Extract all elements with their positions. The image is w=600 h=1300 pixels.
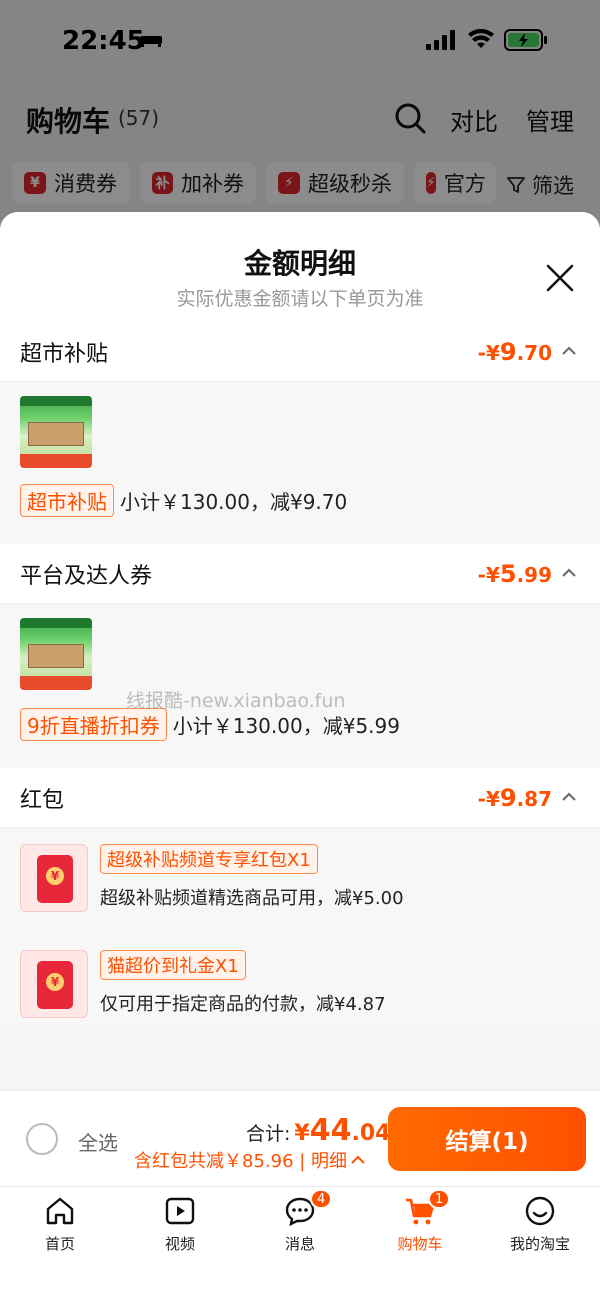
- section-red-packet: 红包 -¥9.87 ¥ 超级补贴频道专享红包X1 超级补贴频道精选商品可用，减¥…: [0, 768, 600, 1028]
- tab-label: 购物车: [397, 1235, 443, 1253]
- section-amount: -¥9.70: [477, 338, 552, 366]
- select-all-label[interactable]: 全选: [78, 1127, 118, 1156]
- tab-label: 首页: [44, 1235, 75, 1253]
- section-platform-coupon: 平台及达人券 -¥5.99 9折直播折扣券 小计￥130.00，减¥5.99: [0, 544, 600, 768]
- sheet-subtitle: 实际优惠金额请以下单页为准: [176, 288, 424, 310]
- tab-cart[interactable]: 1 购物车: [360, 1189, 480, 1255]
- red-packet-item: ¥ 猫超价到礼金X1 仅可用于指定商品的付款，减¥4.87: [0, 950, 600, 1040]
- sheet-title: 金额明细: [243, 247, 356, 280]
- section-supermarket-subsidy: 超市补贴 -¥9.70 超市补贴 小计￥130.00，减¥9.70: [0, 322, 600, 544]
- red-packet-tag: 猫超价到礼金X1: [100, 950, 246, 980]
- section-amount: -¥9.87: [477, 784, 552, 812]
- discount-detail: 小计￥130.00，减¥5.99: [172, 714, 400, 738]
- chevron-up-icon[interactable]: [562, 346, 576, 356]
- section-header[interactable]: 平台及达人券 -¥5.99: [0, 544, 600, 604]
- section-name: 红包: [20, 788, 65, 813]
- tab-label: 视频: [164, 1235, 195, 1253]
- home-icon: [46, 1197, 74, 1225]
- tab-video[interactable]: 视频: [120, 1195, 240, 1255]
- bottom-tab-bar: 首页 视频 4 消息 1 购物车 我的淘宝: [0, 1186, 600, 1300]
- red-packet-item: ¥ 超级补贴频道专享红包X1 超级补贴频道精选商品可用，减¥5.00: [0, 844, 600, 934]
- product-thumbnail[interactable]: [20, 396, 92, 468]
- section-name: 平台及达人券: [20, 564, 153, 589]
- discount-line: 超市补贴 小计￥130.00，减¥9.70: [20, 484, 347, 517]
- close-icon[interactable]: [544, 262, 576, 294]
- select-all-radio[interactable]: [26, 1123, 58, 1155]
- chevron-up-icon: [351, 1155, 365, 1164]
- tab-label: 我的淘宝: [509, 1235, 570, 1253]
- tab-my-taobao[interactable]: 我的淘宝: [480, 1195, 600, 1255]
- discount-tag: 超市补贴: [20, 484, 114, 517]
- red-packet-icon: ¥: [20, 844, 88, 912]
- checkout-bar: 全选 合计: ¥44.04 含红包共减￥85.96 | 明细 结算(1): [0, 1090, 600, 1186]
- red-packet-icon: ¥: [20, 950, 88, 1018]
- watermark: 线报酷-new.xianbao.fun: [126, 690, 346, 712]
- tab-home[interactable]: 首页: [0, 1195, 120, 1255]
- tab-messages[interactable]: 4 消息: [240, 1189, 360, 1255]
- section-amount: -¥5.99: [477, 560, 552, 588]
- discount-detail: 小计￥130.00，减¥9.70: [120, 490, 348, 514]
- total-line: 合计: ¥44.04: [246, 1113, 390, 1148]
- product-thumbnail[interactable]: [20, 618, 92, 690]
- message-badge: 4: [310, 1189, 333, 1209]
- total-label: 合计:: [246, 1123, 291, 1145]
- section-body: ¥ 超级补贴频道专享红包X1 超级补贴频道精选商品可用，减¥5.00 ¥ 猫超价…: [0, 828, 600, 1028]
- profile-icon: [525, 1196, 555, 1226]
- red-packet-tag: 超级补贴频道专享红包X1: [100, 844, 318, 874]
- discount-summary[interactable]: 含红包共减￥85.96 | 明细: [134, 1147, 365, 1173]
- checkout-button[interactable]: 结算(1): [388, 1107, 586, 1171]
- section-header[interactable]: 超市补贴 -¥9.70: [0, 322, 600, 382]
- cart-badge: 1: [428, 1189, 451, 1209]
- red-packet-desc: 仅可用于指定商品的付款，减¥4.87: [100, 994, 386, 1015]
- chevron-up-icon[interactable]: [562, 568, 576, 578]
- discount-summary-text: 含红包共减￥85.96 | 明细: [134, 1151, 348, 1172]
- chevron-up-icon[interactable]: [562, 792, 576, 802]
- red-packet-desc: 超级补贴频道精选商品可用，减¥5.00: [100, 888, 404, 909]
- section-body: 超市补贴 小计￥130.00，减¥9.70: [0, 382, 600, 544]
- total-amount: ¥44.04: [294, 1113, 391, 1148]
- tab-label: 消息: [284, 1235, 315, 1253]
- sheet-header: 金额明细 实际优惠金额请以下单页为准: [0, 212, 600, 322]
- section-name: 超市补贴: [20, 342, 109, 367]
- video-icon: [165, 1197, 195, 1225]
- section-header[interactable]: 红包 -¥9.87: [0, 768, 600, 828]
